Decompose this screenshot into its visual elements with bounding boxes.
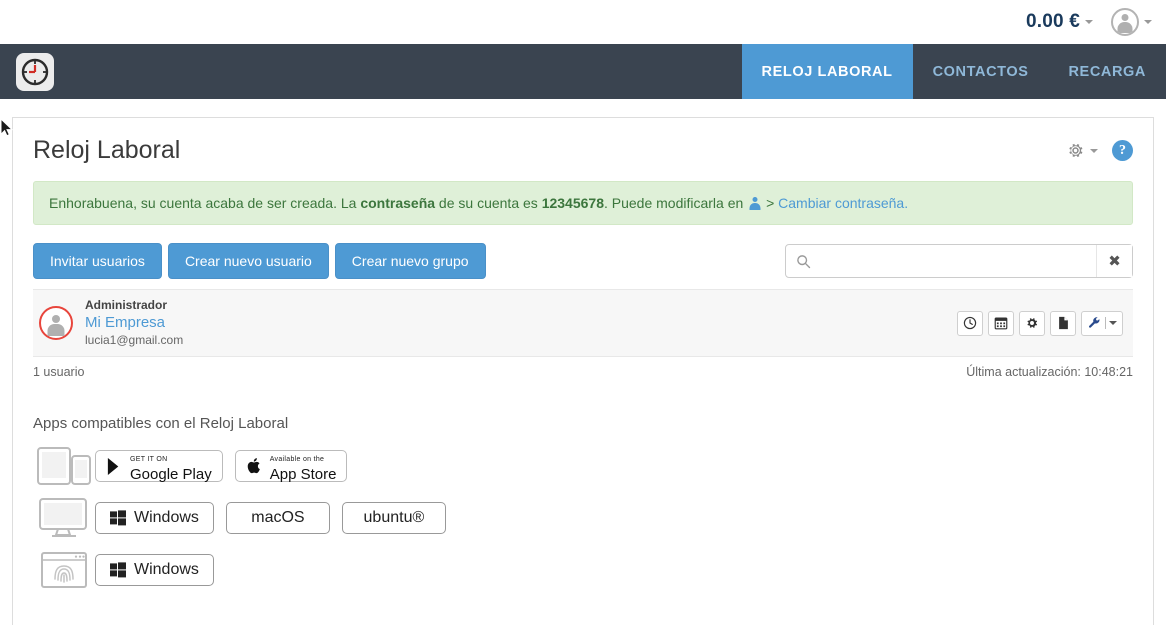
row-actions	[957, 311, 1123, 336]
alert-text-1: Enhorabuena, su cuenta acaba de ser crea…	[49, 195, 360, 211]
alert-bold-password: contraseña	[360, 195, 435, 211]
toolbar: Invitar usuarios Crear nuevo usuario Cre…	[33, 243, 1133, 279]
apple-icon	[246, 456, 263, 476]
os-badge-label: macOS	[251, 509, 304, 527]
apps-section-title: Apps compatibles con el Reloj Laboral	[33, 415, 1133, 432]
page-title: Reloj Laboral	[33, 136, 180, 165]
clock-icon[interactable]	[957, 311, 983, 336]
list-item: GET IT ON Google Play Available on the A…	[33, 444, 1133, 488]
alert-text-3: . Puede modificarla en	[604, 195, 747, 211]
logo[interactable]	[0, 44, 70, 99]
macos-button[interactable]: macOS	[226, 502, 330, 534]
google-play-icon	[106, 457, 123, 476]
gear-icon[interactable]	[1019, 311, 1045, 336]
google-play-badge[interactable]: GET IT ON Google Play	[95, 450, 223, 482]
create-group-button[interactable]: Crear nuevo grupo	[335, 243, 486, 279]
nav-links: RELOJ LABORAL CONTACTOS RECARGA	[742, 44, 1166, 99]
account-chevron-down-icon[interactable]	[1144, 20, 1152, 24]
balance-amount: 0.00 €	[1026, 11, 1080, 33]
topbar: 0.00 €	[0, 0, 1166, 44]
chevron-down-icon	[1109, 321, 1117, 325]
invite-users-button[interactable]: Invitar usuarios	[33, 243, 162, 279]
nav-item-recarga[interactable]: RECARGA	[1048, 44, 1166, 99]
tablet-phone-icon	[33, 446, 95, 486]
fingerprint-window-icon	[33, 550, 95, 590]
app-store-badge[interactable]: Available on the App Store	[235, 450, 348, 482]
gear-chevron-down-icon[interactable]	[1090, 149, 1098, 153]
badge-top-text: GET IT ON	[130, 456, 167, 463]
user-company-link[interactable]: Mi Empresa	[85, 313, 183, 332]
table-row[interactable]: Administrador Mi Empresa lucia1@gmail.co…	[33, 289, 1133, 357]
alert-text-2: de su cuenta es	[435, 195, 542, 211]
create-user-button[interactable]: Crear nuevo usuario	[168, 243, 329, 279]
alert-bold-code: 12345678	[542, 195, 604, 211]
panel-header: Reloj Laboral ?	[13, 118, 1153, 171]
avatar[interactable]	[1111, 8, 1139, 36]
navbar: RELOJ LABORAL CONTACTOS RECARGA	[0, 44, 1166, 99]
search-icon	[796, 254, 811, 269]
badge-top-text: Available on the	[270, 456, 325, 463]
windows-desktop-button[interactable]: Windows	[95, 502, 214, 534]
badge-bottom-text: Google Play	[130, 466, 212, 483]
action-buttons: Invitar usuarios Crear nuevo usuario Cre…	[33, 243, 486, 279]
windows-biometric-button[interactable]: Windows	[95, 554, 214, 586]
wrench-dropdown-icon[interactable]	[1081, 311, 1123, 336]
user-info: Administrador Mi Empresa lucia1@gmail.co…	[39, 298, 183, 348]
search-input[interactable]	[819, 252, 1096, 270]
avatar[interactable]	[39, 306, 73, 340]
list-item: Windows	[33, 548, 1133, 592]
header-actions: ?	[1066, 140, 1133, 161]
windows-icon	[110, 562, 126, 578]
user-text: Administrador Mi Empresa lucia1@gmail.co…	[85, 298, 183, 348]
user-count: 1 usuario	[33, 365, 84, 379]
alert-separator: >	[762, 195, 778, 211]
nav-item-reloj-laboral[interactable]: RELOJ LABORAL	[742, 44, 913, 99]
document-icon[interactable]	[1050, 311, 1076, 336]
desktop-monitor-icon	[33, 497, 95, 539]
user-role: Administrador	[85, 298, 183, 313]
clock-logo-icon	[16, 53, 54, 91]
calendar-icon[interactable]	[988, 311, 1014, 336]
apps-list: GET IT ON Google Play Available on the A…	[33, 444, 1133, 592]
windows-icon	[110, 510, 126, 526]
nav-item-contactos[interactable]: CONTACTOS	[913, 44, 1049, 99]
user-email: lucia1@gmail.com	[85, 332, 183, 348]
badge-text: Available on the App Store	[270, 448, 337, 484]
change-password-link[interactable]: Cambiar contraseña.	[778, 195, 908, 211]
chevron-down-icon[interactable]	[1085, 20, 1093, 24]
search-clear-button[interactable]: ✖	[1096, 245, 1132, 277]
main-panel: Reloj Laboral ? Enhorabuena, su cuenta a…	[12, 117, 1154, 625]
ubuntu-button[interactable]: ubuntu®	[342, 502, 446, 534]
success-alert: Enhorabuena, su cuenta acaba de ser crea…	[33, 181, 1133, 225]
badge-bottom-text: App Store	[270, 466, 337, 483]
os-badge-label: Windows	[134, 509, 199, 527]
last-update: Última actualización: 10:48:21	[966, 365, 1133, 379]
gear-icon[interactable]	[1066, 141, 1098, 160]
person-icon	[749, 197, 760, 210]
os-badge-label: ubuntu®	[364, 509, 425, 527]
help-circle-icon[interactable]: ?	[1112, 140, 1133, 161]
list-item: Windows macOS ubuntu®	[33, 496, 1133, 540]
badge-text: GET IT ON Google Play	[130, 448, 212, 484]
meta-row: 1 usuario Última actualización: 10:48:21	[33, 365, 1133, 379]
user-avatar-icon	[1116, 13, 1134, 31]
user-avatar-icon	[46, 313, 67, 334]
os-badge-label: Windows	[134, 561, 199, 579]
mouse-cursor	[0, 118, 16, 140]
search-box[interactable]: ✖	[785, 244, 1133, 278]
